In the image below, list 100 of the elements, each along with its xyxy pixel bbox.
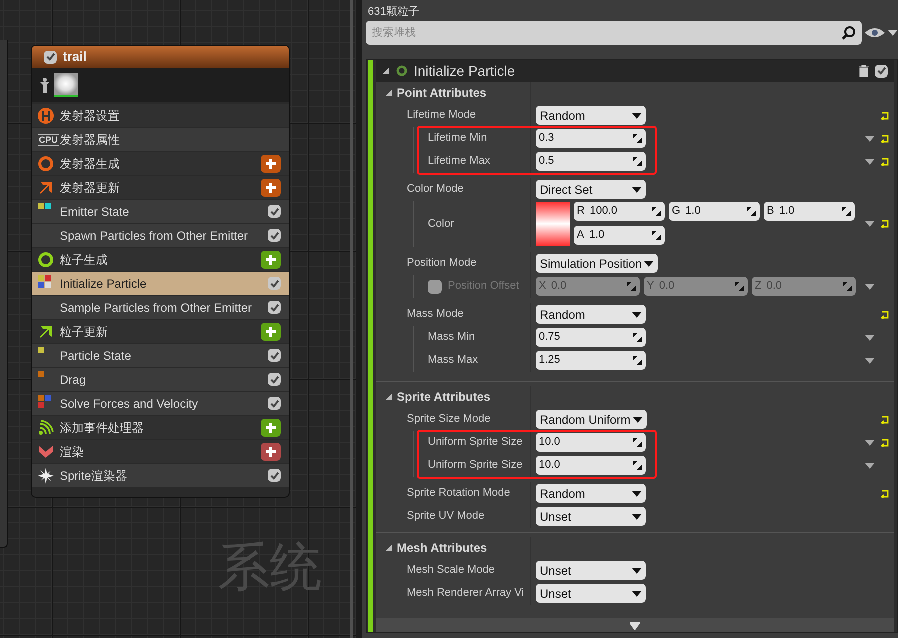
axis-field[interactable]: B 1.0 bbox=[764, 202, 855, 221]
dropdown[interactable]: Random bbox=[536, 484, 646, 503]
reset-icon[interactable] bbox=[880, 158, 890, 166]
section-arrow-icon[interactable] bbox=[385, 544, 393, 552]
stage-row[interactable]: 粒子更新 bbox=[32, 320, 289, 343]
color-swatch[interactable] bbox=[536, 202, 570, 246]
drag-handle-icon[interactable] bbox=[627, 282, 636, 291]
section-arrow-icon[interactable] bbox=[385, 89, 393, 97]
menu-arrow-icon[interactable] bbox=[865, 284, 875, 290]
stage-name: 发射器属性 bbox=[60, 132, 121, 148]
drag-handle-icon[interactable] bbox=[735, 282, 744, 291]
drag-handle-icon[interactable] bbox=[633, 333, 642, 342]
stage-row[interactable]: 渲染 bbox=[32, 440, 289, 463]
module-row[interactable]: Emitter State bbox=[32, 200, 289, 223]
reset-icon[interactable] bbox=[880, 490, 890, 498]
module-row[interactable]: Initialize Particle bbox=[32, 272, 289, 295]
enable-checkbox[interactable] bbox=[428, 280, 442, 294]
menu-arrow-icon[interactable] bbox=[865, 136, 875, 142]
drag-handle-icon[interactable] bbox=[652, 231, 661, 240]
property-label: Color Mode bbox=[407, 182, 464, 198]
emitter-checkbox[interactable] bbox=[44, 50, 57, 64]
add-button[interactable] bbox=[261, 154, 281, 172]
menu-arrow-icon[interactable] bbox=[865, 221, 875, 227]
arrow-icon bbox=[38, 324, 54, 340]
menu-arrow-icon[interactable] bbox=[865, 334, 875, 340]
module-name: Emitter State bbox=[60, 204, 130, 220]
module-checkbox[interactable] bbox=[875, 64, 888, 78]
reset-icon[interactable] bbox=[880, 438, 890, 446]
add-button[interactable] bbox=[261, 250, 281, 268]
drag-handle-icon[interactable] bbox=[842, 207, 851, 216]
module-checkbox[interactable] bbox=[268, 373, 281, 386]
menu-arrow-icon[interactable] bbox=[865, 358, 875, 364]
search-icon[interactable] bbox=[842, 26, 856, 40]
reset-icon[interactable] bbox=[880, 112, 890, 120]
search-field[interactable]: 搜索堆栈 bbox=[366, 21, 862, 45]
drag-handle-icon[interactable] bbox=[633, 134, 642, 143]
drag-handle-icon[interactable] bbox=[633, 438, 642, 447]
module-checkbox[interactable] bbox=[268, 277, 281, 290]
drag-handle-icon[interactable] bbox=[843, 282, 852, 291]
stage-row[interactable]: 发射器生成 bbox=[32, 152, 289, 175]
reset-icon[interactable] bbox=[880, 416, 890, 424]
eye-icon[interactable] bbox=[865, 27, 885, 39]
number-field[interactable]: 1.25 bbox=[536, 351, 646, 370]
drag-handle-icon[interactable] bbox=[633, 157, 642, 166]
dropdown[interactable]: Random Uniform bbox=[536, 410, 647, 429]
module-checkbox[interactable] bbox=[268, 469, 281, 482]
module-row[interactable]: Spawn Particles from Other Emitter bbox=[32, 224, 289, 247]
module-row[interactable]: Solve Forces and Velocity bbox=[32, 392, 289, 415]
module-checkbox[interactable] bbox=[268, 301, 281, 314]
module-checkbox[interactable] bbox=[268, 229, 281, 242]
add-button[interactable] bbox=[261, 442, 281, 460]
number-field[interactable]: 0.5 bbox=[536, 152, 646, 171]
search-input[interactable]: 搜索堆栈 bbox=[372, 24, 842, 42]
stage-row[interactable]: 发射器更新 bbox=[32, 176, 289, 199]
axis-field[interactable]: G 1.0 bbox=[669, 202, 760, 221]
axis-field[interactable]: A 1.0 bbox=[574, 226, 665, 245]
dropdown[interactable]: Unset bbox=[536, 584, 646, 603]
dropdown[interactable]: Direct Set bbox=[536, 180, 646, 199]
module-row[interactable]: Sprite渲染器 bbox=[32, 464, 289, 487]
emitter-node[interactable] bbox=[31, 45, 290, 498]
module-row[interactable]: Particle State bbox=[32, 344, 289, 367]
drag-handle-icon[interactable] bbox=[633, 461, 642, 470]
property-label: Sprite Rotation Mode bbox=[407, 486, 510, 502]
section-arrow-icon[interactable] bbox=[385, 393, 393, 401]
thumbnail[interactable] bbox=[54, 73, 78, 97]
trash-icon[interactable] bbox=[859, 65, 869, 77]
add-button[interactable] bbox=[261, 178, 281, 196]
module-checkbox[interactable] bbox=[268, 397, 281, 410]
reset-icon[interactable] bbox=[880, 220, 890, 228]
drag-handle-icon[interactable] bbox=[652, 207, 661, 216]
module-row[interactable]: Drag bbox=[32, 368, 289, 391]
menu-arrow-icon[interactable] bbox=[865, 462, 875, 468]
add-button[interactable] bbox=[261, 322, 281, 340]
dropdown[interactable]: Unset bbox=[536, 561, 646, 580]
dropdown[interactable]: Random bbox=[536, 106, 646, 125]
number-field[interactable]: 0.75 bbox=[536, 328, 646, 347]
menu-arrow-icon[interactable] bbox=[865, 440, 875, 446]
drag-handle-icon[interactable] bbox=[747, 207, 756, 216]
number-field[interactable]: 10.0 bbox=[536, 433, 646, 452]
reset-icon[interactable] bbox=[880, 310, 890, 318]
module-checkbox[interactable] bbox=[268, 205, 281, 218]
dropdown[interactable]: Random bbox=[536, 305, 646, 324]
property-label: Lifetime Min bbox=[428, 131, 488, 146]
collapse-arrow-icon[interactable] bbox=[382, 67, 390, 75]
dropdown[interactable]: Unset bbox=[536, 507, 646, 526]
module-checkbox[interactable] bbox=[268, 349, 281, 362]
add-button[interactable] bbox=[261, 418, 281, 436]
module-row[interactable]: Sample Particles from Other Emitter bbox=[32, 296, 289, 319]
menu-arrow-icon[interactable] bbox=[865, 158, 875, 164]
stage-row[interactable]: 粒子生成 bbox=[32, 248, 289, 271]
stage-row[interactable]: 发射器设置 bbox=[32, 104, 289, 127]
stage-row[interactable]: CPU 发射器属性 bbox=[32, 128, 289, 151]
drag-handle-icon[interactable] bbox=[633, 356, 642, 365]
number-field[interactable]: 10.0 bbox=[536, 456, 646, 475]
axis-field[interactable]: R 100.0 bbox=[574, 202, 665, 221]
stage-row[interactable]: 添加事件处理器 bbox=[32, 416, 289, 439]
dropdown[interactable]: Simulation Position bbox=[536, 254, 658, 273]
scroll-down-icon[interactable] bbox=[630, 620, 640, 630]
reset-icon[interactable] bbox=[880, 134, 890, 142]
number-field[interactable]: 0.3 bbox=[536, 129, 646, 148]
